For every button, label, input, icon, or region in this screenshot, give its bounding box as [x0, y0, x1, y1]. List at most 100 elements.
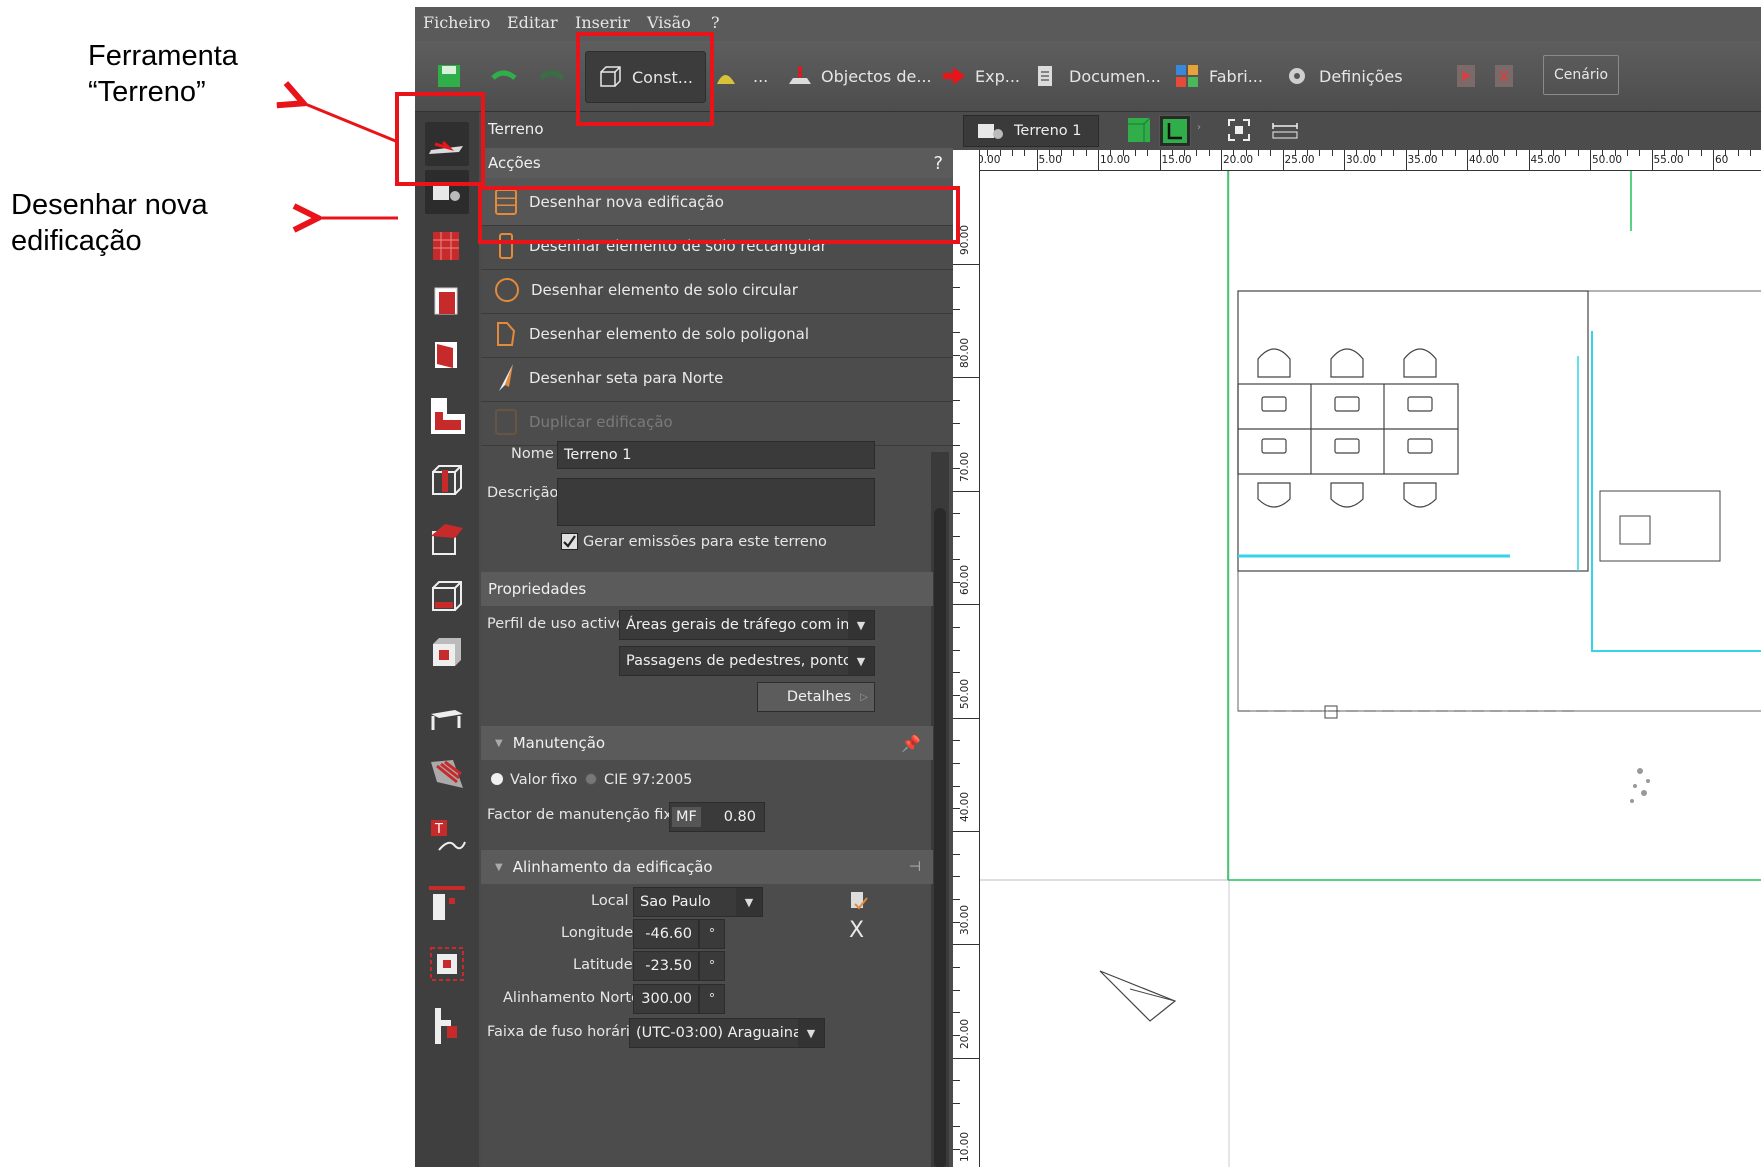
- pin-icon[interactable]: 📌: [901, 734, 921, 753]
- fixed-value-label: Valor fixo: [510, 772, 578, 788]
- properties-header-text: Propriedades: [488, 580, 587, 598]
- floor-tool-button[interactable]: [425, 224, 469, 268]
- ruler-top-tick: [1651, 150, 1653, 170]
- room-tool-button[interactable]: [425, 280, 469, 324]
- scenario-label: Cenário: [1554, 67, 1609, 83]
- usage-profile-select-2[interactable]: Passagens de pedestres, ponto... ▼: [619, 646, 875, 676]
- action-draw-north-arrow[interactable]: Desenhar seta para Norte: [481, 354, 953, 402]
- fixed-value-radio[interactable]: [491, 773, 503, 785]
- ruler-top-label: 60: [1715, 154, 1729, 166]
- chevron-right-icon[interactable]: ›: [1197, 122, 1201, 133]
- maintenance-header[interactable]: ▼ Manutenção 📌: [481, 726, 933, 760]
- menu-insert[interactable]: Inserir: [575, 13, 630, 32]
- settings-tab[interactable]: Definições: [1285, 51, 1403, 101]
- zoom-fit-button[interactable]: [1227, 118, 1251, 142]
- location-edit-icon[interactable]: [849, 890, 869, 912]
- terrain-view-label: Terreno 1: [1014, 123, 1082, 139]
- l-room-tool-button[interactable]: [425, 394, 469, 438]
- ruler-top-minor-tick: [1196, 150, 1198, 156]
- menu-file[interactable]: Ficheiro: [423, 13, 490, 32]
- hierarchy-tool-button[interactable]: [425, 1004, 469, 1048]
- local-select[interactable]: Sao Paulo ▼: [633, 887, 763, 917]
- level-tool-button[interactable]: [425, 882, 469, 926]
- actions-help-button[interactable]: ?: [933, 153, 943, 174]
- roof-tool-button[interactable]: [425, 518, 469, 562]
- details-button[interactable]: Detalhes ▷: [757, 682, 875, 712]
- ruler-left-tick: [953, 944, 979, 946]
- usage-profile-select-1[interactable]: Áreas gerais de tráfego com in... ▼: [619, 610, 875, 640]
- pin-icon[interactable]: ⊣: [909, 859, 921, 875]
- alignment-header[interactable]: ▼ Alinhamento da edificação ⊣: [481, 850, 933, 884]
- measure-button[interactable]: [1271, 118, 1299, 142]
- ruler-left-minor-tick: [953, 422, 960, 424]
- documentation-tab[interactable]: Documen...: [1035, 51, 1161, 101]
- wall-tool-button[interactable]: [425, 334, 469, 378]
- window-tool-button[interactable]: [425, 632, 469, 676]
- play-button[interactable]: [1457, 51, 1475, 101]
- select-area-tool-button[interactable]: [425, 942, 469, 986]
- ruler-left-minor-tick: [953, 853, 960, 855]
- maintenance-header-text: Manutenção: [512, 734, 606, 752]
- light-tab[interactable]: ...: [711, 51, 768, 101]
- name-input[interactable]: Terreno 1: [557, 441, 875, 469]
- ruler-left-minor-tick: [953, 876, 960, 878]
- description-input[interactable]: [557, 478, 875, 526]
- timezone-select[interactable]: (UTC-03:00) Araguaina ▼: [629, 1018, 825, 1048]
- ruler-left-tick: [953, 377, 979, 379]
- redo-button[interactable]: [539, 51, 565, 101]
- 3d-cube-icon: [1128, 117, 1151, 142]
- north-alignment-label: Alinhamento Norte: [503, 990, 640, 1006]
- ruler-top-minor-tick: [1639, 150, 1641, 156]
- north-alignment-input[interactable]: 300.00: [633, 984, 699, 1014]
- ruler-left-minor-tick: [953, 1080, 960, 1082]
- description-label: Descrição: [487, 485, 559, 501]
- stop-button[interactable]: [1495, 51, 1513, 101]
- action-draw-polygon-ground[interactable]: Desenhar elemento de solo poligonal: [481, 310, 953, 358]
- scenario-selector[interactable]: Cenário: [1543, 55, 1620, 95]
- cie-radio[interactable]: [585, 773, 597, 785]
- properties-header: Propriedades: [481, 572, 933, 606]
- maintenance-factor-input[interactable]: MF 0.80: [669, 802, 765, 832]
- terrain-panel: Terreno Acções ? Desenhar nova edificaçã…: [481, 112, 953, 1167]
- emissions-checkbox[interactable]: [561, 533, 578, 550]
- ruler-left-label: 80.00: [959, 338, 971, 369]
- 3d-view-button[interactable]: [1128, 117, 1151, 142]
- ruler-top-tick: [1282, 150, 1284, 170]
- ruler-top-minor-tick: [1626, 150, 1628, 156]
- terrain-view-tab[interactable]: Terreno 1: [963, 115, 1099, 147]
- stairs-tool-button[interactable]: [425, 752, 469, 796]
- ruler-top-minor-tick: [1319, 150, 1321, 156]
- text-tool-button[interactable]: T: [425, 816, 469, 860]
- ruler-left-minor-tick: [953, 989, 960, 991]
- ceiling-tool-button[interactable]: [425, 576, 469, 620]
- clear-location-button[interactable]: X: [849, 918, 864, 943]
- ruler-left-minor-tick: [953, 762, 960, 764]
- chevron-down-icon: ▼: [736, 888, 762, 916]
- panel-scrollbar-thumb[interactable]: [934, 508, 946, 1167]
- export-tab[interactable]: Exp...: [941, 51, 1020, 101]
- action-duplicate-building: Duplicar edificação: [481, 398, 953, 446]
- ruler-top-tick: [1221, 150, 1222, 170]
- column-tool-button[interactable]: [425, 460, 469, 504]
- undo-button[interactable]: [491, 51, 517, 101]
- ruler-top-label: 15.00: [1161, 154, 1192, 166]
- latitude-input[interactable]: -23.50: [633, 951, 699, 981]
- ruler-top-label: 40.00: [1469, 154, 1500, 166]
- plan-viewport[interactable]: Terreno 1 › 0.00 5.00 10.00 15.00 20.00 25.00…: [953, 112, 1761, 1167]
- level-icon: [429, 886, 465, 920]
- furniture-tool-button[interactable]: [425, 696, 469, 740]
- manufacturers-tab[interactable]: Fabri...: [1175, 51, 1263, 101]
- ruler-left-minor-tick: [953, 513, 960, 515]
- panel-scrollbar[interactable]: [931, 452, 949, 1167]
- longitude-input[interactable]: -46.60: [633, 919, 699, 949]
- alignment-header-text: Alinhamento da edificação: [512, 858, 713, 876]
- menu-help[interactable]: ?: [711, 13, 720, 32]
- menu-view[interactable]: Visão: [647, 13, 691, 32]
- objects-tab[interactable]: Objectos de...: [787, 51, 932, 101]
- action-draw-circle-ground[interactable]: Desenhar elemento de solo circular: [481, 266, 953, 314]
- plan-view-button[interactable]: [1159, 115, 1191, 147]
- arrow-to-terrain-tool: [298, 101, 399, 144]
- ruler-top-tick: [1159, 150, 1161, 170]
- menu-edit[interactable]: Editar: [507, 13, 558, 32]
- local-label: Local: [591, 893, 629, 909]
